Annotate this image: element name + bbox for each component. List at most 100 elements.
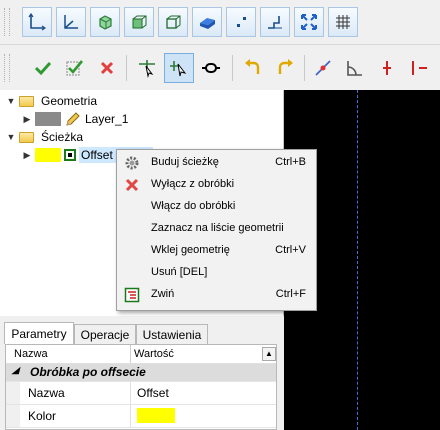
add-point-button[interactable] bbox=[132, 53, 162, 83]
menu-item-label: Zaznacz na liście geometrii bbox=[151, 222, 284, 234]
toolbar-separator bbox=[304, 55, 305, 81]
canvas-axis-line bbox=[357, 90, 358, 430]
menu-item-shortcut: Ctrl+B bbox=[275, 156, 306, 168]
toolbar-separator bbox=[232, 55, 233, 81]
menu-item-label: Wklej geometrię bbox=[151, 244, 230, 256]
main-toolbar bbox=[0, 45, 440, 91]
redo-icon bbox=[278, 59, 293, 74]
add-point-icon bbox=[139, 60, 155, 78]
menu-item-shortcut: Ctrl+F bbox=[275, 288, 306, 300]
menu-item-label: Usuń [DEL] bbox=[151, 266, 208, 278]
view-box-icon bbox=[132, 15, 147, 29]
view-iso-icon bbox=[99, 15, 112, 30]
marker-button[interactable] bbox=[372, 53, 402, 83]
property-section[interactable]: ◢ Obróbka po offsecie bbox=[6, 364, 276, 382]
menu-item-shortcut: Ctrl+V bbox=[275, 244, 306, 256]
color-swatch[interactable] bbox=[137, 408, 175, 423]
align-button[interactable] bbox=[308, 53, 338, 83]
menu-item-usun[interactable]: Usuń [DEL] bbox=[117, 262, 316, 284]
undo-icon bbox=[245, 59, 260, 74]
link-button[interactable] bbox=[196, 53, 226, 83]
select-move-icon bbox=[170, 61, 187, 77]
section-title: Obróbka po offsecie bbox=[30, 365, 146, 379]
chevron-right-icon[interactable]: ▶ bbox=[22, 114, 32, 124]
redo-button[interactable] bbox=[270, 53, 300, 83]
menu-item-label: Włącz do obróbki bbox=[151, 200, 236, 212]
property-row-kolor[interactable]: Kolor bbox=[6, 405, 276, 428]
view-wire-button[interactable] bbox=[158, 7, 188, 37]
snap-points-icon bbox=[237, 17, 246, 27]
tree-node-geometria[interactable]: ▼ Geometria bbox=[6, 92, 99, 110]
menu-item-wylacz[interactable]: Wyłącz z obróbki bbox=[117, 174, 316, 196]
chevron-down-icon[interactable]: ▼ bbox=[6, 96, 16, 106]
tree-node-label: Ścieżka bbox=[41, 130, 84, 144]
property-label: Nazwa bbox=[28, 386, 65, 400]
marker-next-icon bbox=[412, 61, 427, 75]
snap-points-button[interactable] bbox=[226, 7, 256, 37]
view-iso-button[interactable] bbox=[90, 7, 120, 37]
accept-all-icon bbox=[66, 60, 84, 76]
collapse-icon[interactable]: ◢ bbox=[12, 365, 19, 376]
tree-node-layer1[interactable]: ▶ Layer_1 bbox=[22, 110, 130, 128]
chevron-down-icon[interactable]: ▼ bbox=[6, 132, 16, 142]
view-toolbar bbox=[0, 0, 440, 45]
property-label: Kolor bbox=[28, 409, 57, 423]
scroll-up-icon[interactable]: ▲ bbox=[262, 347, 276, 361]
angle-button[interactable] bbox=[340, 53, 370, 83]
property-value[interactable]: Offset bbox=[137, 386, 169, 400]
menu-item-label: Buduj ścieżkę bbox=[151, 156, 219, 168]
menu-item-buduj[interactable]: Buduj ścieżkę Ctrl+B bbox=[117, 152, 316, 174]
link-icon bbox=[202, 63, 220, 73]
fit-view-button[interactable] bbox=[294, 7, 324, 37]
accept-button[interactable] bbox=[28, 53, 58, 83]
tree-node-label: Layer_1 bbox=[85, 112, 129, 126]
folder-icon bbox=[19, 131, 34, 143]
red-x-icon bbox=[124, 177, 140, 193]
property-row-nazwa[interactable]: Nazwa Offset bbox=[6, 382, 276, 405]
axis-origin-button[interactable] bbox=[56, 7, 86, 37]
view-solid-icon bbox=[200, 18, 215, 29]
pencil-icon bbox=[66, 111, 80, 126]
menu-item-label: Zwiń bbox=[151, 288, 175, 300]
context-menu: Buduj ścieżkę Ctrl+B Wyłącz z obróbki Wł… bbox=[116, 149, 317, 311]
tree-node-sciezka[interactable]: ▼ Ścieżka bbox=[6, 128, 85, 146]
marker-next-button[interactable] bbox=[404, 53, 434, 83]
marker-icon bbox=[383, 61, 391, 75]
select-move-button[interactable] bbox=[164, 53, 194, 83]
tab-ustawienia[interactable]: Ustawienia bbox=[136, 324, 208, 344]
view-solid-button[interactable] bbox=[192, 7, 222, 37]
path-color-swatch bbox=[35, 148, 61, 162]
toolbar-grip[interactable] bbox=[4, 54, 10, 82]
property-grid-header: Nazwa Wartość ▲ bbox=[6, 345, 276, 364]
collapse-list-icon bbox=[124, 287, 140, 303]
angle-icon bbox=[347, 61, 362, 76]
column-divider bbox=[130, 345, 131, 363]
property-grid: Nazwa Wartość ▲ ◢ Obróbka po offsecie Na… bbox=[5, 344, 277, 430]
axis-xy-icon bbox=[28, 13, 46, 31]
axis-xy-origin-icon bbox=[64, 15, 78, 29]
accept-icon bbox=[34, 61, 52, 76]
stairs-button[interactable] bbox=[260, 7, 290, 37]
view-box-button[interactable] bbox=[124, 7, 154, 37]
fit-view-icon bbox=[301, 14, 317, 30]
menu-item-zwin[interactable]: Zwiń Ctrl+F bbox=[117, 284, 316, 306]
accept-all-button[interactable] bbox=[60, 53, 90, 83]
grid-button[interactable] bbox=[328, 7, 358, 37]
tab-operacje[interactable]: Operacje bbox=[74, 324, 136, 344]
toolbar-grip[interactable] bbox=[4, 8, 10, 36]
tree-node-label: Geometria bbox=[41, 94, 98, 108]
menu-item-label: Wyłącz z obróbki bbox=[151, 178, 235, 190]
chevron-right-icon[interactable]: ▶ bbox=[22, 150, 32, 160]
stairs-profile-icon bbox=[268, 16, 282, 29]
toolbar-separator bbox=[126, 55, 127, 81]
panel-tabs: Parametry Operacje Ustawienia bbox=[0, 322, 283, 344]
axis-xy-button[interactable] bbox=[22, 7, 52, 37]
menu-item-zaznacz[interactable]: Zaznacz na liście geometrii bbox=[117, 218, 316, 240]
reject-button[interactable] bbox=[92, 53, 122, 83]
undo-button[interactable] bbox=[238, 53, 268, 83]
menu-item-wklej[interactable]: Wklej geometrię Ctrl+V bbox=[117, 240, 316, 262]
menu-item-wlacz[interactable]: Włącz do obróbki bbox=[117, 196, 316, 218]
column-header-name: Nazwa bbox=[14, 348, 48, 360]
tab-parametry[interactable]: Parametry bbox=[4, 322, 74, 344]
path-type-icon bbox=[64, 149, 76, 161]
